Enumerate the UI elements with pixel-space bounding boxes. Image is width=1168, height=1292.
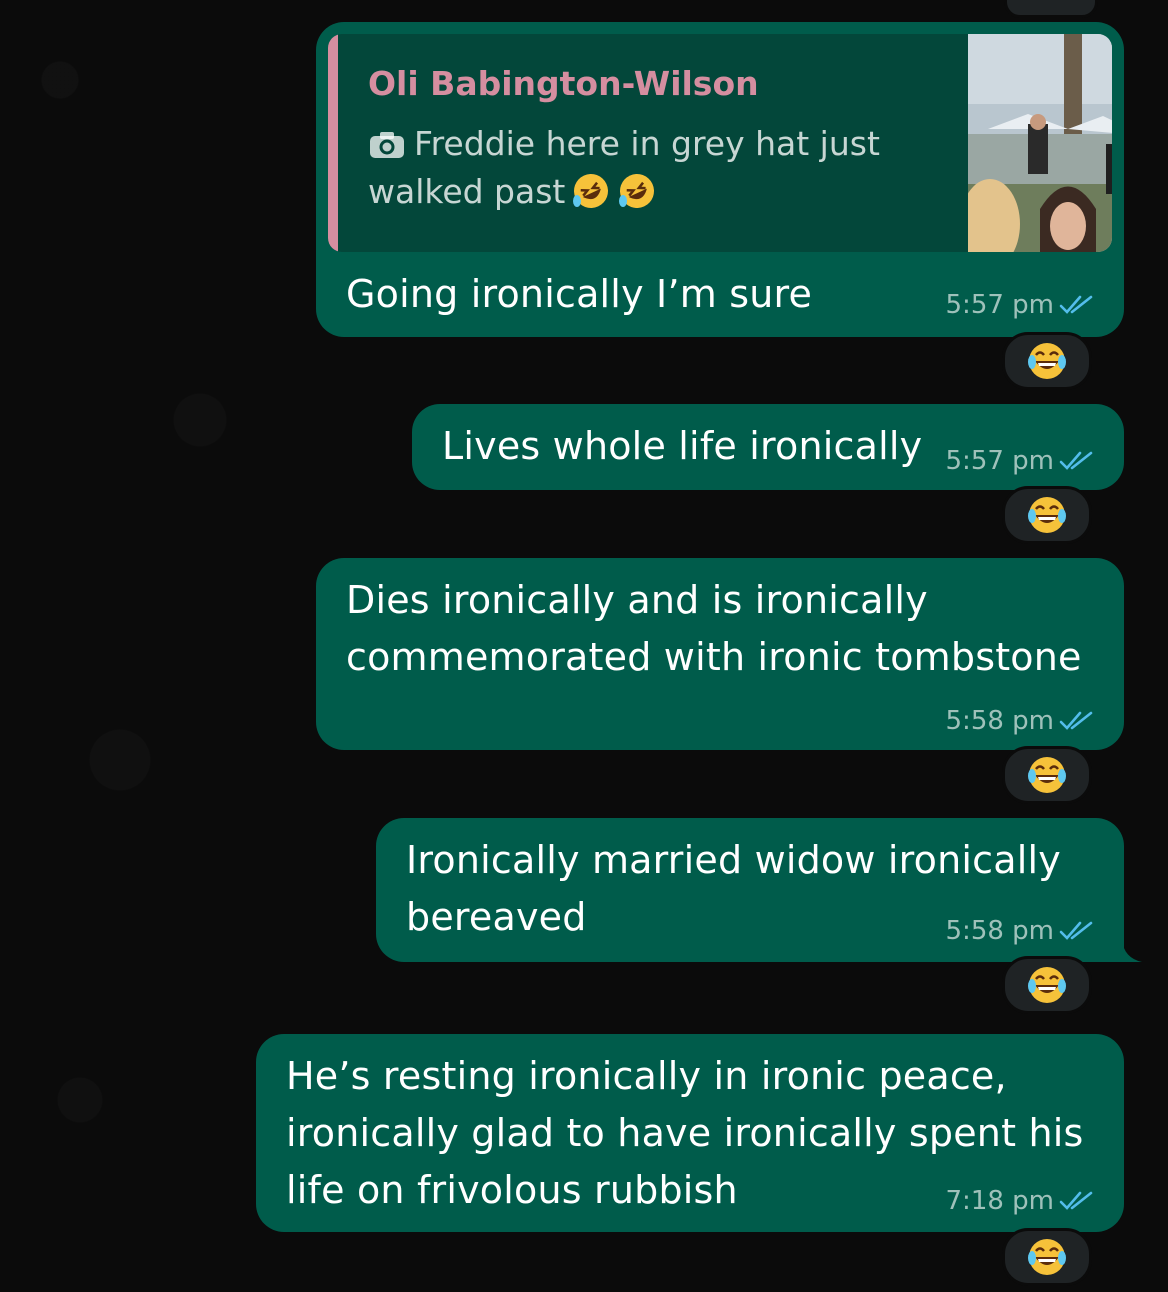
message-bubble-5[interactable]: He’s resting ironically in ironic peace,… — [256, 1034, 1124, 1232]
quoted-photo-thumbnail[interactable] — [968, 34, 1112, 252]
message-meta-3: 5:58 pm — [946, 706, 1094, 736]
tears-of-joy-emoji — [1028, 497, 1066, 533]
message-time-2: 5:57 pm — [945, 446, 1054, 476]
quote-text-block: Freddie here in grey hat just walked pas… — [368, 120, 928, 216]
message-text-3: Dies ironically and is ironically commem… — [346, 578, 1082, 679]
message-bubble-1[interactable]: Oli Babington-Wilson Freddie here in gre… — [316, 22, 1124, 337]
reaction-pill-1[interactable] — [1002, 332, 1092, 390]
rofl-emoji-1 — [571, 171, 611, 211]
quote-accent-bar — [328, 34, 338, 252]
tears-of-joy-emoji — [1028, 1239, 1066, 1275]
reaction-pill-5[interactable] — [1002, 1228, 1092, 1286]
reaction-pill-3[interactable] — [1002, 746, 1092, 804]
reaction-pill-2[interactable] — [1002, 486, 1092, 544]
read-receipt-icon — [1059, 451, 1093, 470]
read-receipt-icon — [1059, 1191, 1093, 1210]
message-time-5: 7:18 pm — [945, 1186, 1054, 1216]
rofl-emoji-2 — [617, 171, 657, 211]
message-bubble-4[interactable]: Ironically married widow ironically bere… — [376, 818, 1124, 962]
tears-of-joy-emoji — [1028, 343, 1066, 379]
camera-icon — [370, 132, 404, 158]
read-receipt-icon — [1059, 295, 1093, 314]
message-bubble-2[interactable]: Lives whole life ironically 5:57 pm — [412, 404, 1124, 490]
message-time-4: 5:58 pm — [945, 916, 1054, 946]
message-meta-5: 7:18 pm — [946, 1186, 1094, 1216]
quoted-message[interactable]: Oli Babington-Wilson Freddie here in gre… — [328, 34, 1112, 252]
message-time-3: 5:58 pm — [945, 706, 1054, 736]
quote-author: Oli Babington-Wilson — [368, 64, 759, 103]
bubble-tail — [1122, 940, 1142, 962]
message-time-1: 5:57 pm — [945, 290, 1054, 320]
tears-of-joy-emoji — [1028, 757, 1066, 793]
message-meta-4: 5:58 pm — [946, 916, 1094, 946]
read-receipt-icon — [1059, 921, 1093, 940]
message-bubble-3[interactable]: Dies ironically and is ironically commem… — [316, 558, 1124, 750]
message-meta-1: 5:57 pm — [946, 290, 1094, 320]
read-receipt-icon — [1059, 711, 1093, 730]
message-text-1: Going ironically I’m sure — [346, 272, 813, 316]
message-text-2: Lives whole life ironically — [442, 424, 923, 468]
previous-reaction-pill[interactable] — [1004, 0, 1098, 18]
reaction-pill-4[interactable] — [1002, 956, 1092, 1014]
tears-of-joy-emoji — [1028, 967, 1066, 1003]
message-meta-2: 5:57 pm — [946, 446, 1094, 476]
